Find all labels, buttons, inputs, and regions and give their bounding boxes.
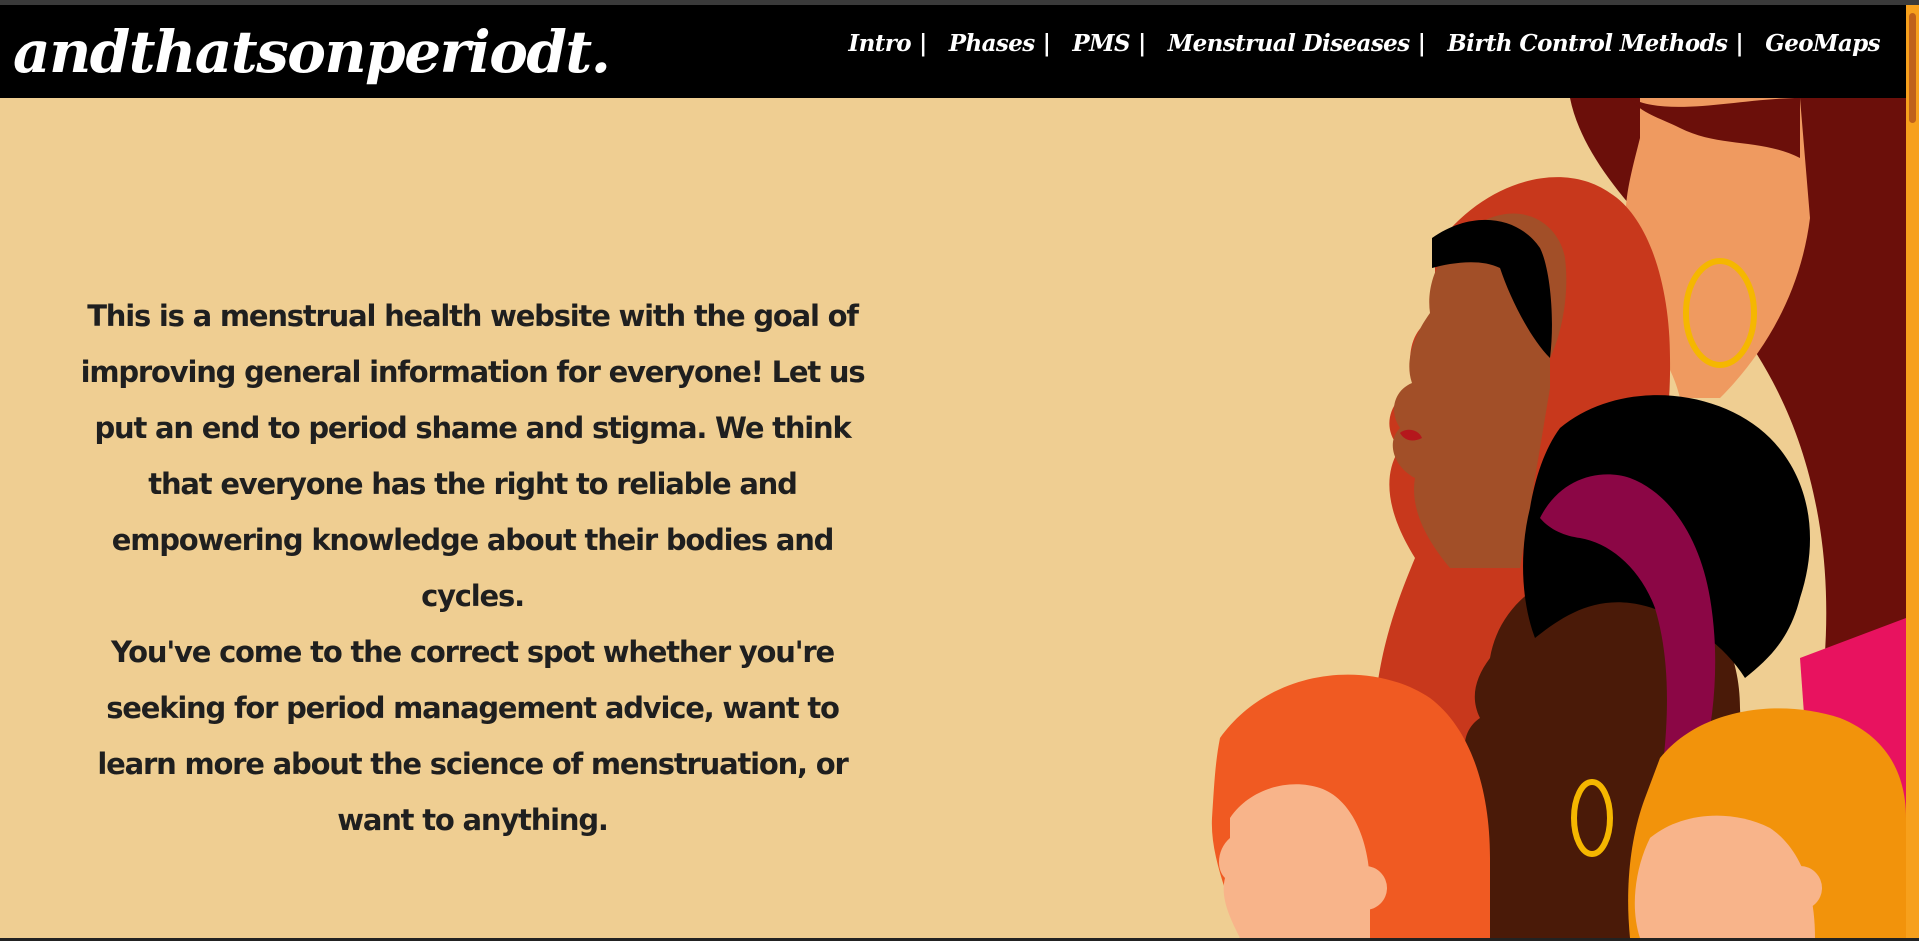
nav-label: Phases [948, 30, 1035, 57]
nav-geomaps[interactable]: GeoMaps [1765, 30, 1880, 57]
site-logo[interactable]: andthatsonperiodt. [13, 23, 611, 81]
nav-label: Intro [848, 30, 911, 57]
women-profiles-illustration [1211, 98, 1906, 938]
nav-label: PMS [1072, 30, 1130, 57]
navbar: andthatsonperiodt. Intro | Phases | PMS | M… [0, 5, 1906, 98]
hero-section: This is a menstrual health website with … [0, 98, 1906, 938]
nav-pms[interactable]: PMS | [1072, 30, 1146, 57]
nav-separator: | [1138, 30, 1146, 57]
scrollbar-thumb[interactable] [1909, 13, 1916, 123]
nav-separator: | [1735, 30, 1744, 57]
nav-menstrual-diseases[interactable]: Menstrual Diseases | [1168, 30, 1426, 57]
nav-separator: | [1417, 30, 1426, 57]
nav-birth-control-methods[interactable]: Birth Control Methods | [1447, 30, 1743, 57]
nav-separator: | [919, 30, 927, 57]
hero-description: This is a menstrual health website with … [75, 288, 870, 848]
nav-label: GeoMaps [1765, 30, 1880, 57]
nav-label: Menstrual Diseases [1167, 30, 1410, 57]
vertical-scrollbar[interactable] [1906, 5, 1919, 938]
nav-intro[interactable]: Intro | [848, 30, 927, 57]
hero-paragraph-welcome: You've come to the correct spot whether … [97, 635, 848, 837]
nav-phases[interactable]: Phases | [949, 30, 1051, 57]
nav-label: Birth Control Methods [1447, 30, 1728, 57]
main-nav: Intro | Phases | PMS | Menstrual Diseases | … [848, 30, 1880, 57]
nav-separator: | [1042, 30, 1051, 57]
hero-paragraph-intro: This is a menstrual health website with … [80, 299, 866, 613]
